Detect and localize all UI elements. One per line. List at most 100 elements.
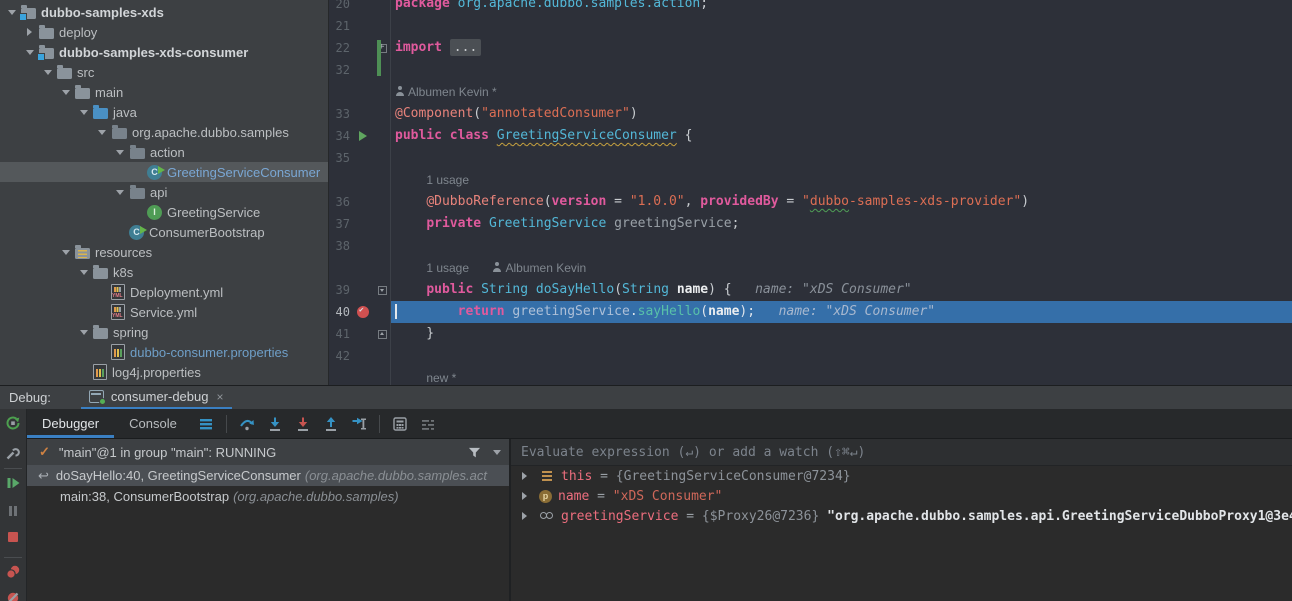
code-line[interactable]: 38 [328,235,1292,257]
stop-button[interactable] [5,529,21,545]
filter-icon[interactable] [468,446,481,459]
wrench-icon[interactable] [5,445,21,461]
chevron-down-icon[interactable] [113,146,126,159]
code-line[interactable]: 22import ... [328,37,1292,59]
tree-item[interactable]: src [0,62,328,82]
pause-button[interactable] [5,503,21,519]
fold-marker-icon[interactable] [374,279,390,301]
chevron-down-icon[interactable] [493,450,501,459]
tab-consumer-debug[interactable]: consumer-debug × [81,386,232,409]
chevron-down-icon[interactable] [59,246,72,259]
resume-button[interactable] [5,475,21,491]
code-line[interactable]: 32 [328,59,1292,81]
code-text[interactable]: new * [390,367,1292,385]
rerun-button[interactable] [5,415,21,431]
code-text[interactable]: public String doSayHello(String name) { … [390,279,1292,301]
chevron-down-icon[interactable] [5,6,18,19]
code-line[interactable]: 34public class GreetingServiceConsumer { [328,125,1292,147]
tree-item[interactable]: java [0,102,328,122]
tree-item[interactable]: IGreetingService [0,202,328,222]
code-line[interactable]: Albumen Kevin * [328,81,1292,103]
code-line[interactable]: 42 [328,345,1292,367]
frame-row[interactable]: ↩doSayHello:40, GreetingServiceConsumer(… [27,465,509,486]
code-text[interactable]: return greetingService.sayHello(name); n… [390,301,1292,323]
chevron-down-icon[interactable] [23,46,36,59]
code-text[interactable]: 1 usage [390,169,1292,191]
tab-console[interactable]: Console [114,409,192,438]
evaluate-expression-button[interactable] [392,416,408,432]
run-to-cursor-button[interactable] [351,416,367,432]
tree-item[interactable]: Service.yml [0,302,328,322]
tree-item[interactable]: log4j.properties [0,362,328,382]
tree-item[interactable]: main [0,82,328,102]
tree-item[interactable]: deploy [0,22,328,42]
tree-item[interactable]: spring [0,322,328,342]
chevron-down-icon[interactable] [77,266,90,279]
project-tree-panel[interactable]: dubbo-samples-xdsdeploydubbo-samples-xds… [0,0,329,385]
chevron-down-icon[interactable] [113,186,126,199]
code-editor[interactable]: 20package org.apache.dubbo.samples.actio… [328,0,1292,385]
code-text[interactable]: 1 usage Albumen Kevin [390,257,1292,279]
variable-row[interactable]: this = {GreetingServiceConsumer@7234} [511,466,1292,486]
code-line[interactable]: 21 [328,15,1292,37]
evaluate-expression-input[interactable]: Evaluate expression (↵) or add a watch (… [511,439,1292,466]
code-line[interactable]: 33@Component("annotatedConsumer") [328,103,1292,125]
code-text[interactable]: package org.apache.dubbo.samples.action; [390,0,1292,15]
chevron-down-icon[interactable] [41,66,54,79]
code-text[interactable]: import ... [390,37,1292,59]
code-text[interactable] [390,235,1292,257]
frame-row[interactable]: main:38, ConsumerBootstrap(org.apache.du… [27,486,509,507]
tree-item[interactable]: CConsumerBootstrap [0,222,328,242]
step-out-button[interactable] [323,416,339,432]
code-text[interactable] [390,15,1292,37]
fold-marker-icon[interactable] [374,323,390,345]
close-icon[interactable]: × [216,390,223,404]
tree-item[interactable]: api [0,182,328,202]
tree-item[interactable]: dubbo-consumer.properties [0,342,328,362]
code-line[interactable]: 20package org.apache.dubbo.samples.actio… [328,0,1292,15]
chevron-right-icon[interactable] [522,472,531,480]
code-line[interactable]: 39 public String doSayHello(String name)… [328,279,1292,301]
code-line[interactable]: 1 usage [328,169,1292,191]
tree-item[interactable]: dubbo-samples-xds-consumer [0,42,328,62]
step-over-button[interactable] [239,416,255,432]
code-text[interactable]: @Component("annotatedConsumer") [390,103,1292,125]
code-line[interactable]: 37 private GreetingService greetingServi… [328,213,1292,235]
layout-settings-icon[interactable] [420,416,436,432]
tree-item[interactable]: dubbo-samples-xds [0,2,328,22]
chevron-right-icon[interactable] [23,28,36,36]
debugger-menu-icon[interactable] [198,416,214,432]
tab-debugger[interactable]: Debugger [27,409,114,438]
thread-selector[interactable]: ✓ "main"@1 in group "main": RUNNING [27,439,509,465]
code-line[interactable]: 40 return greetingService.sayHello(name)… [328,301,1292,323]
tree-item[interactable]: org.apache.dubbo.samples [0,122,328,142]
code-line[interactable]: 41 } [328,323,1292,345]
chevron-down-icon[interactable] [59,86,72,99]
code-text[interactable] [390,345,1292,367]
code-text[interactable]: @DubboReference(version = "1.0.0", provi… [390,191,1292,213]
mute-breakpoints-button[interactable] [5,590,21,601]
code-text[interactable] [390,147,1292,169]
code-line[interactable]: 36 @DubboReference(version = "1.0.0", pr… [328,191,1292,213]
code-text[interactable]: } [390,323,1292,345]
force-step-into-button[interactable] [295,416,311,432]
code-line[interactable]: new * [328,367,1292,385]
tree-item[interactable]: action [0,142,328,162]
tree-item[interactable]: Deployment.yml [0,282,328,302]
chevron-down-icon[interactable] [95,126,108,139]
code-text[interactable]: private GreetingService greetingService; [390,213,1292,235]
code-line[interactable]: 35 [328,147,1292,169]
chevron-down-icon[interactable] [77,106,90,119]
code-text[interactable]: public class GreetingServiceConsumer { [390,125,1292,147]
chevron-right-icon[interactable] [522,512,531,520]
tree-item[interactable]: k8s [0,262,328,282]
view-breakpoints-button[interactable] [5,564,21,580]
code-line[interactable]: 1 usage Albumen Kevin [328,257,1292,279]
step-into-button[interactable] [267,416,283,432]
code-text[interactable] [390,59,1292,81]
chevron-down-icon[interactable] [77,326,90,339]
variable-row[interactable]: name = "xDS Consumer" [511,486,1292,506]
tree-item[interactable]: CGreetingServiceConsumer [0,162,328,182]
variable-row[interactable]: greetingService = {$Proxy26@7236} "org.a… [511,506,1292,526]
code-text[interactable]: Albumen Kevin * [390,81,1292,103]
